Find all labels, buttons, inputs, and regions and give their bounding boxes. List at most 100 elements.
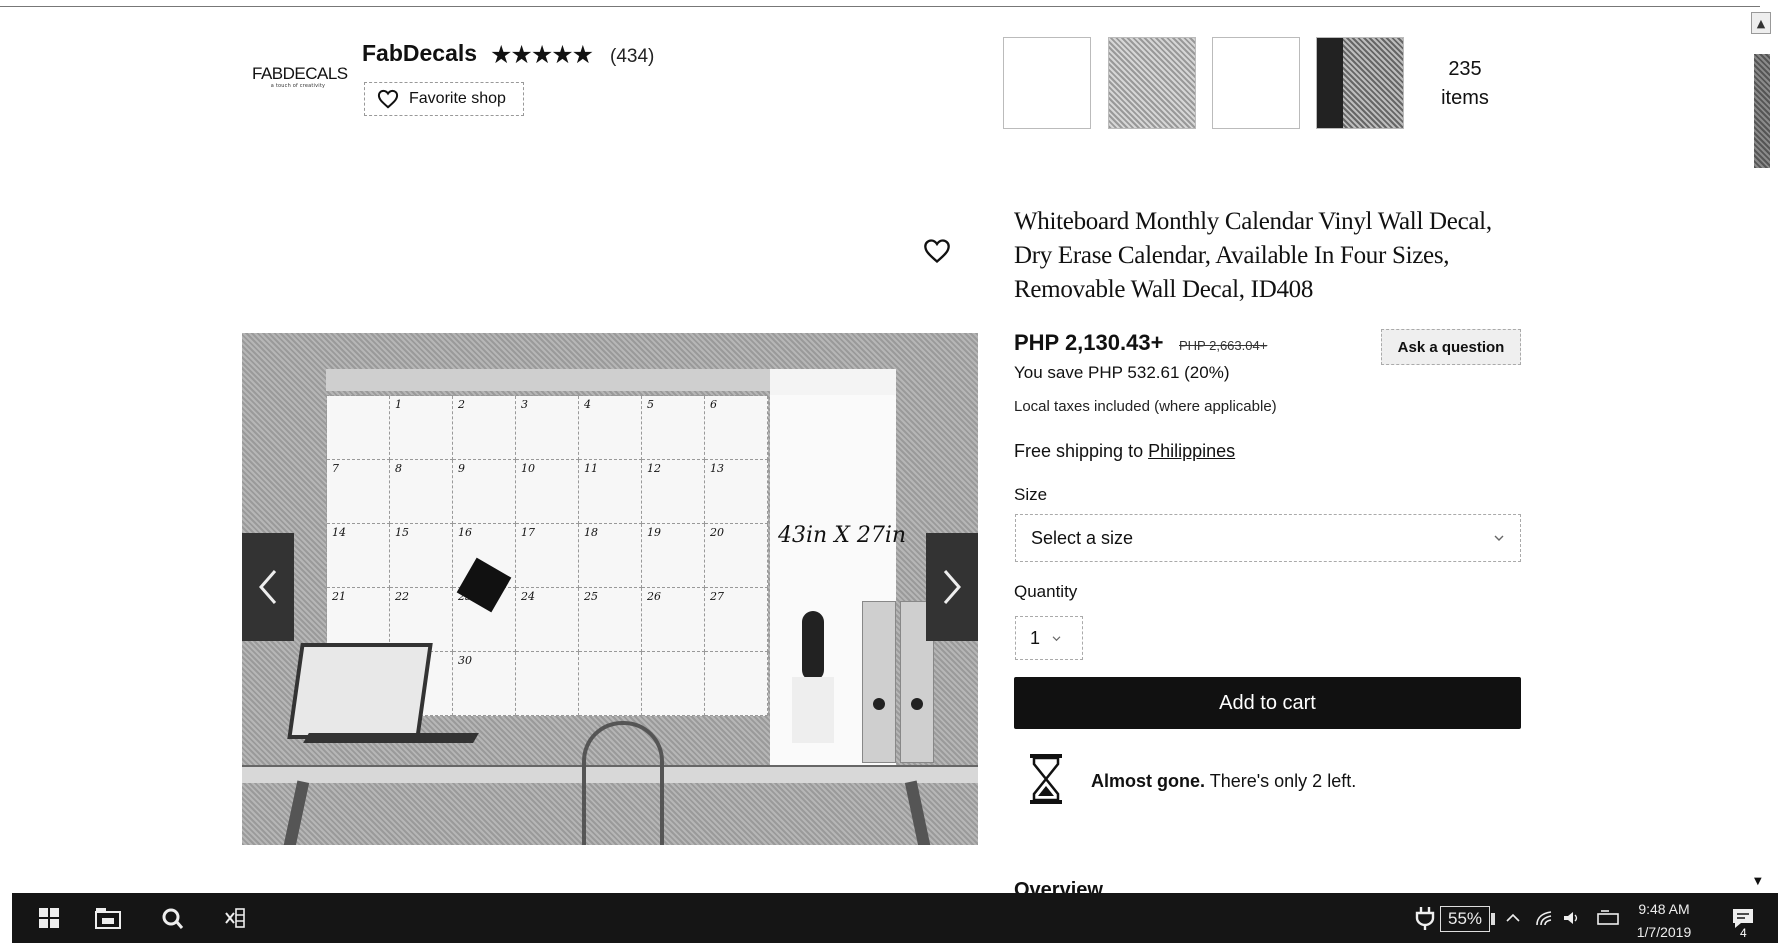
- app-icon[interactable]: [156, 893, 192, 943]
- shop-thumbnail-1[interactable]: [1003, 37, 1091, 129]
- quantity-select[interactable]: 1: [1015, 616, 1083, 660]
- shop-logo-text: FABDECALS: [252, 64, 348, 83]
- calendar-notes-header: [770, 369, 896, 395]
- power-plug-icon[interactable]: [1412, 893, 1438, 943]
- heart-icon: [924, 239, 950, 264]
- chair-graphic: [582, 721, 664, 845]
- taskbar-clock-date[interactable]: 1/7/2019: [1626, 924, 1702, 940]
- pot-graphic: [792, 677, 834, 743]
- calendar-day-cell: 7: [327, 460, 390, 524]
- calendar-day-cell: 12: [642, 460, 705, 524]
- size-select[interactable]: Select a size: [1015, 514, 1521, 562]
- calendar-day-cell: [579, 652, 642, 716]
- shop-items-count-link[interactable]: 235 items: [1430, 55, 1500, 113]
- listing-main-image[interactable]: 1234567891011121314151617181920212223242…: [242, 333, 978, 845]
- windows-taskbar: [12, 893, 1778, 943]
- browser-top-border: [0, 6, 1760, 7]
- decal-size-label: 43in X 27in: [778, 523, 907, 548]
- cactus-graphic: [802, 611, 824, 681]
- shipping-info: Free shipping to Philippines: [1014, 441, 1235, 462]
- calendar-day-cell: 14: [327, 524, 390, 588]
- size-label: Size: [1014, 485, 1048, 504]
- calendar-day-cell: 27: [705, 588, 768, 652]
- wifi-icon[interactable]: [1534, 893, 1556, 943]
- calendar-day-cell: 13: [705, 460, 768, 524]
- calendar-day-cell: 15: [390, 524, 453, 588]
- chevron-down-icon: [1494, 535, 1504, 541]
- product-savings: You save PHP 532.61 (20%): [1014, 363, 1230, 382]
- chevron-down-icon: [1052, 635, 1061, 641]
- shipping-country-link[interactable]: Philippines: [1148, 441, 1235, 461]
- desk-leg-graphic: [282, 780, 310, 845]
- calendar-day-cell: 11: [579, 460, 642, 524]
- calendar-day-cell: 24: [516, 588, 579, 652]
- calendar-day-cell: 9: [453, 460, 516, 524]
- file-explorer-icon[interactable]: [88, 893, 128, 943]
- excel-icon[interactable]: [218, 893, 252, 943]
- input-indicator-icon[interactable]: [1596, 893, 1620, 943]
- calendar-day-cell: 2: [453, 396, 516, 460]
- calendar-day-cell: 25: [579, 588, 642, 652]
- desk-leg-graphic: [904, 780, 932, 845]
- shop-thumbnail-3[interactable]: [1212, 37, 1300, 129]
- shop-rating-stars: ★★★★★: [490, 40, 594, 69]
- scroll-up-button[interactable]: ▲: [1751, 12, 1771, 34]
- calendar-day-cell: [705, 652, 768, 716]
- calendar-day-cell: 20: [705, 524, 768, 588]
- chevron-left-icon: [259, 570, 277, 604]
- favorite-shop-label: Favorite shop: [409, 90, 506, 107]
- volume-icon[interactable]: [1560, 893, 1582, 943]
- calendar-header-band: [326, 369, 770, 391]
- scrollbar-thumb[interactable]: [1754, 54, 1770, 168]
- calendar-day-cell: [642, 652, 705, 716]
- calendar-day-cell: 1: [390, 396, 453, 460]
- taxes-note: Local taxes included (where applicable): [1014, 398, 1277, 415]
- scroll-down-button[interactable]: ▼: [1754, 876, 1762, 887]
- calendar-day-cell: [516, 652, 579, 716]
- laptop-base-graphic: [303, 733, 479, 743]
- shipping-prefix: Free shipping to: [1014, 441, 1144, 461]
- shop-thumbnail-4[interactable]: [1316, 37, 1404, 129]
- calendar-day-cell: 8: [390, 460, 453, 524]
- add-to-cart-button[interactable]: Add to cart: [1014, 677, 1521, 729]
- shop-thumbnail-2[interactable]: [1108, 37, 1196, 129]
- calendar-day-cell: [327, 396, 390, 460]
- previous-image-button[interactable]: [242, 533, 294, 641]
- notification-count-badge: 4: [1740, 926, 1747, 940]
- product-original-price: PHP 2,663.04+: [1179, 338, 1268, 353]
- speaker-graphic-left: [862, 601, 896, 763]
- next-image-button[interactable]: [926, 533, 978, 641]
- windows-start-icon[interactable]: [32, 893, 66, 943]
- laptop-graphic: [287, 643, 433, 739]
- stock-notice-text: There's only 2 left.: [1209, 771, 1357, 791]
- calendar-day-cell: 17: [516, 524, 579, 588]
- calendar-day-cell: 3: [516, 396, 579, 460]
- battery-tip: [1491, 913, 1495, 925]
- chevron-up-icon[interactable]: [1502, 893, 1524, 943]
- calendar-day-cell: 10: [516, 460, 579, 524]
- shop-logo[interactable]: FABDECALS a touch of creativity: [252, 64, 348, 89]
- calendar-day-cell: 19: [642, 524, 705, 588]
- calendar-day-cell: 5: [642, 396, 705, 460]
- taskbar-clock-time[interactable]: 9:48 AM: [1626, 901, 1702, 917]
- calendar-day-cell: 18: [579, 524, 642, 588]
- product-price: PHP 2,130.43+: [1014, 330, 1164, 355]
- ask-question-button[interactable]: Ask a question: [1381, 329, 1521, 365]
- shop-name-link[interactable]: FabDecals: [362, 40, 477, 67]
- battery-indicator[interactable]: 55%: [1440, 906, 1490, 932]
- calendar-day-cell: 26: [642, 588, 705, 652]
- shop-review-count[interactable]: (434): [610, 46, 654, 68]
- items-count-label: items: [1441, 87, 1489, 109]
- calendar-day-cell: 4: [579, 396, 642, 460]
- chevron-right-icon: [943, 570, 961, 604]
- quantity-label: Quantity: [1014, 582, 1078, 601]
- favorite-listing-button[interactable]: [923, 238, 951, 268]
- stock-notice-bold: Almost gone.: [1091, 771, 1206, 791]
- size-select-value: Select a size: [1031, 527, 1134, 548]
- favorite-shop-button[interactable]: Favorite shop: [364, 82, 524, 116]
- items-count-number: 235: [1448, 58, 1482, 80]
- heart-icon: [377, 89, 399, 109]
- quantity-select-value: 1: [1030, 627, 1041, 648]
- calendar-day-cell: 6: [705, 396, 768, 460]
- calendar-day-cell: 30: [453, 652, 516, 716]
